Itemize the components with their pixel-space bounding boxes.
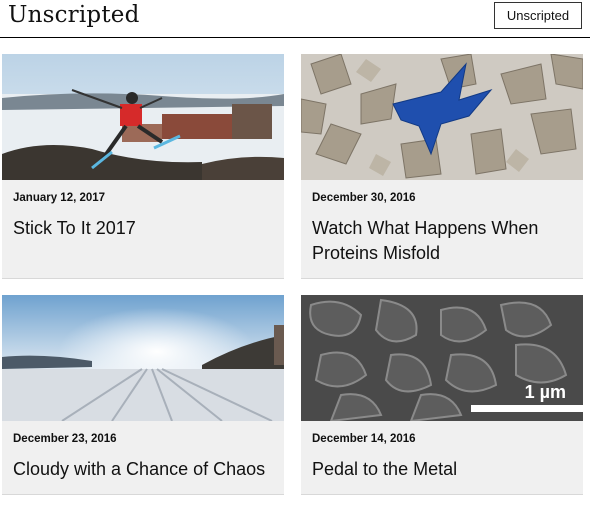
article-card[interactable]: December 30, 2016 Watch What Happens Whe…	[301, 54, 583, 279]
article-date: January 12, 2017	[13, 192, 106, 204]
origami-cranes-photo[interactable]	[301, 54, 583, 180]
article-date: December 14, 2016	[312, 433, 416, 445]
micrograph-photo[interactable]: 1 µm	[301, 295, 583, 421]
site-title: Unscripted	[8, 2, 140, 28]
article-date: December 30, 2016	[312, 192, 416, 204]
article-card[interactable]: January 12, 2017 Stick To It 2017	[2, 54, 284, 279]
article-title[interactable]: Cloudy with a Chance of Chaos	[13, 457, 275, 482]
article-card[interactable]: 1 µm December 14, 2016 Pedal to the Meta…	[301, 295, 583, 495]
article-card[interactable]: December 23, 2016 Cloudy with a Chance o…	[2, 295, 284, 495]
skier-jumping-photo[interactable]	[2, 54, 284, 180]
unscripted-button[interactable]: Unscripted	[494, 2, 582, 29]
article-title[interactable]: Pedal to the Metal	[312, 457, 574, 482]
snowy-road-sky-photo[interactable]	[2, 295, 284, 421]
scale-bar-label: 1 µm	[525, 382, 566, 402]
article-title[interactable]: Watch What Happens When Proteins Misfold	[312, 216, 574, 266]
article-date: December 23, 2016	[13, 433, 117, 445]
article-title[interactable]: Stick To It 2017	[13, 216, 275, 241]
page-header: Unscripted Unscripted	[0, 0, 590, 38]
